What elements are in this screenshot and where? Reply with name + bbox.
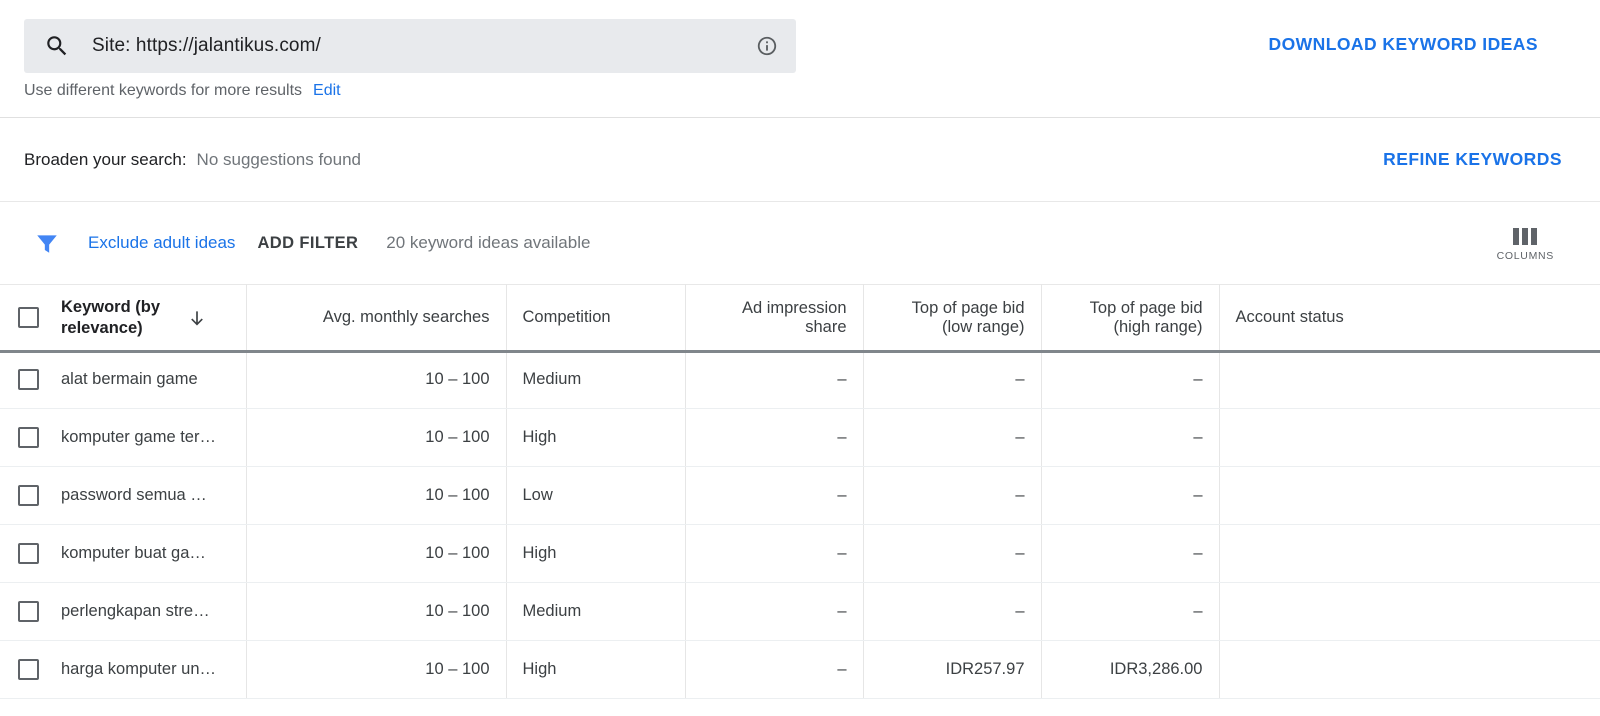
keyword-text[interactable]: harga komputer un… <box>61 660 216 679</box>
cell-avg-monthly-searches: 10 – 100 <box>246 351 506 409</box>
cell-top-bid-high: – <box>1041 409 1219 467</box>
cell-keyword: perlengkapan stre… <box>0 583 246 641</box>
table-row[interactable]: alat bermain game10 – 100Medium––– <box>0 351 1600 409</box>
column-header-avg-monthly-searches[interactable]: Avg. monthly searches <box>246 285 506 351</box>
keyword-text[interactable]: perlengkapan stre… <box>61 602 210 621</box>
cell-top-bid-low: – <box>863 351 1041 409</box>
cell-ad-impression-share: – <box>685 409 863 467</box>
cell-top-bid-low: – <box>863 409 1041 467</box>
arrow-down-icon[interactable] <box>187 307 207 329</box>
table-row[interactable]: perlengkapan stre…10 – 100Medium––– <box>0 583 1600 641</box>
site-search-field[interactable]: Site: https://jalantikus.com/ <box>24 19 796 73</box>
columns-label: COLUMNS <box>1497 250 1554 262</box>
column-header-top-bid-low[interactable]: Top of page bid (low range) <box>863 285 1041 351</box>
columns-icon <box>1513 228 1537 245</box>
keyword-text[interactable]: alat bermain game <box>61 370 198 389</box>
cell-avg-monthly-searches: 10 – 100 <box>246 583 506 641</box>
cell-top-bid-high: – <box>1041 583 1219 641</box>
cell-top-bid-high: – <box>1041 351 1219 409</box>
row-checkbox[interactable] <box>18 485 39 506</box>
table-header-row: Keyword (by relevance) Avg. monthly sear… <box>0 285 1600 351</box>
keyword-ideas-table: Keyword (by relevance) Avg. monthly sear… <box>0 284 1600 699</box>
keyword-planner-page: Site: https://jalantikus.com/ DOWNLOAD K… <box>0 0 1600 716</box>
cell-ad-impression-share: – <box>685 525 863 583</box>
cell-account-status <box>1219 641 1600 699</box>
keyword-text[interactable]: komputer buat ga… <box>61 544 206 563</box>
cell-ad-impression-share: – <box>685 467 863 525</box>
exclude-adult-ideas-chip[interactable]: Exclude adult ideas <box>88 233 235 253</box>
cell-account-status <box>1219 525 1600 583</box>
search-icon <box>44 33 70 59</box>
cell-account-status <box>1219 583 1600 641</box>
column-header-top-bid-high[interactable]: Top of page bid (high range) <box>1041 285 1219 351</box>
cell-competition: High <box>506 525 685 583</box>
row-checkbox[interactable] <box>18 601 39 622</box>
cell-keyword: harga komputer un… <box>0 641 246 699</box>
column-header-ad-impression-share[interactable]: Ad impression share <box>685 285 863 351</box>
search-hint-text: Use different keywords for more results <box>24 82 302 100</box>
cell-top-bid-high: IDR3,286.00 <box>1041 641 1219 699</box>
search-hint: Use different keywords for more results … <box>24 82 341 100</box>
edit-keywords-link[interactable]: Edit <box>313 82 341 100</box>
search-row: Site: https://jalantikus.com/ DOWNLOAD K… <box>0 0 1600 73</box>
cell-keyword: password semua … <box>0 467 246 525</box>
table-row[interactable]: password semua …10 – 100Low––– <box>0 467 1600 525</box>
cell-ad-impression-share: – <box>685 641 863 699</box>
table-head: Keyword (by relevance) Avg. monthly sear… <box>0 285 1600 351</box>
keyword-ideas-count: 20 keyword ideas available <box>386 233 590 253</box>
broaden-label: Broaden your search: <box>24 150 187 170</box>
cell-competition: Medium <box>506 583 685 641</box>
table-row[interactable]: harga komputer un… 10 – 100High–IDR257.97… <box>0 641 1600 699</box>
cell-account-status <box>1219 467 1600 525</box>
row-checkbox[interactable] <box>18 543 39 564</box>
table-header-divider <box>0 350 1600 353</box>
cell-top-bid-low: – <box>863 525 1041 583</box>
keyword-text[interactable]: komputer game ter… <box>61 428 216 447</box>
select-all-checkbox[interactable] <box>18 307 39 328</box>
info-icon[interactable] <box>756 35 778 57</box>
cell-ad-impression-share: – <box>685 351 863 409</box>
cell-avg-monthly-searches: 10 – 100 <box>246 525 506 583</box>
column-header-account-status[interactable]: Account status <box>1219 285 1600 351</box>
row-checkbox[interactable] <box>18 659 39 680</box>
keyword-text[interactable]: password semua … <box>61 486 207 505</box>
cell-avg-monthly-searches: 10 – 100 <box>246 641 506 699</box>
row-checkbox[interactable] <box>18 369 39 390</box>
cell-competition: High <box>506 409 685 467</box>
search-input-value[interactable]: Site: https://jalantikus.com/ <box>92 35 756 57</box>
row-checkbox[interactable] <box>18 427 39 448</box>
broaden-search-row: Broaden your search: No suggestions foun… <box>0 118 1600 202</box>
cell-top-bid-low: – <box>863 583 1041 641</box>
cell-competition: Medium <box>506 351 685 409</box>
cell-avg-monthly-searches: 10 – 100 <box>246 467 506 525</box>
table-row[interactable]: komputer buat ga…10 – 100High––– <box>0 525 1600 583</box>
column-header-keyword[interactable]: Keyword (by relevance) <box>0 285 246 351</box>
cell-account-status <box>1219 351 1600 409</box>
refine-keywords-button[interactable]: REFINE KEYWORDS <box>1383 149 1562 170</box>
add-filter-button[interactable]: ADD FILTER <box>257 234 358 253</box>
cell-top-bid-low: IDR257.97 <box>863 641 1041 699</box>
column-header-keyword-label: Keyword (by relevance) <box>61 297 179 339</box>
search-header: Site: https://jalantikus.com/ DOWNLOAD K… <box>0 0 1600 118</box>
broaden-value: No suggestions found <box>197 150 361 170</box>
table-body: alat bermain game10 – 100Medium–––komput… <box>0 351 1600 699</box>
keyword-ideas-table-wrap: Keyword (by relevance) Avg. monthly sear… <box>0 284 1600 699</box>
filter-bar: Exclude adult ideas ADD FILTER 20 keywor… <box>0 202 1600 284</box>
cell-avg-monthly-searches: 10 – 100 <box>246 409 506 467</box>
cell-ad-impression-share: – <box>685 583 863 641</box>
cell-keyword: komputer buat ga… <box>0 525 246 583</box>
cell-competition: High <box>506 641 685 699</box>
cell-top-bid-low: – <box>863 467 1041 525</box>
cell-top-bid-high: – <box>1041 525 1219 583</box>
cell-top-bid-high: – <box>1041 467 1219 525</box>
cell-account-status <box>1219 409 1600 467</box>
cell-competition: Low <box>506 467 685 525</box>
filter-funnel-icon[interactable] <box>34 230 60 256</box>
download-keyword-ideas-button[interactable]: DOWNLOAD KEYWORD IDEAS <box>1269 34 1538 55</box>
column-header-competition[interactable]: Competition <box>506 285 685 351</box>
cell-keyword: alat bermain game <box>0 351 246 409</box>
columns-button[interactable]: COLUMNS <box>1497 228 1554 262</box>
cell-keyword: komputer game ter… <box>0 409 246 467</box>
table-row[interactable]: komputer game ter…10 – 100High––– <box>0 409 1600 467</box>
